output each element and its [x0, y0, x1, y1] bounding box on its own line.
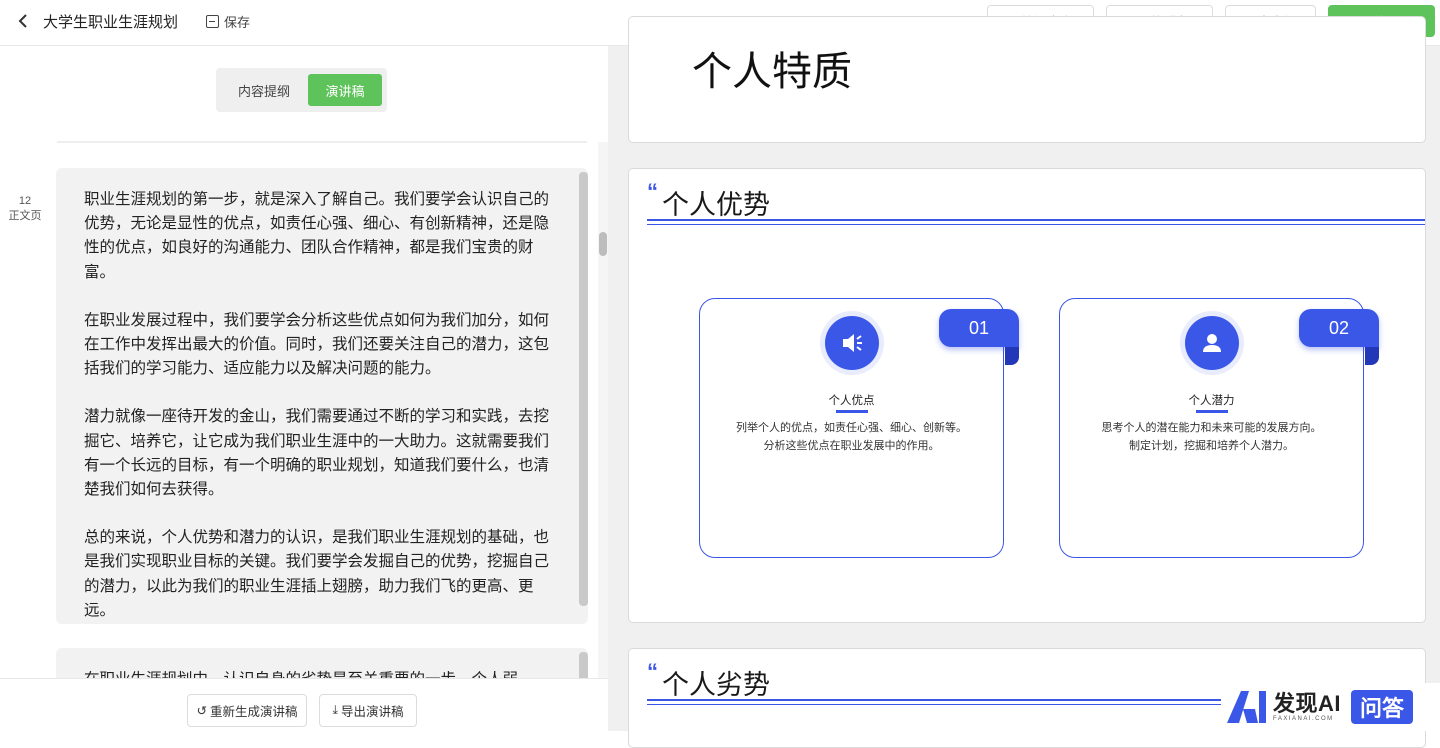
- document-title: 大学生职业生涯规划: [43, 14, 179, 31]
- icon-halo: [820, 311, 884, 375]
- icon-halo: [1180, 311, 1244, 375]
- panel-scrollbar-thumb[interactable]: [599, 232, 607, 256]
- regenerate-label: 重新生成演讲稿: [209, 705, 298, 719]
- export-script-label: 导出演讲稿: [341, 705, 404, 719]
- title-underline: [647, 224, 1425, 225]
- script-paragraph: 总的来说，个人优势和潜力的认识，是我们职业生涯规划的基础，也是我们实现职业目标的…: [84, 529, 550, 619]
- brand-logo-icon: [1227, 691, 1266, 723]
- slide-card[interactable]: “ 个人优势 01 个人优点 列举个人的优点，如责任心强、细心、创新等。 分析这…: [628, 168, 1426, 623]
- page-number: 12 正文页: [0, 194, 50, 224]
- slide-heading: “ 个人劣势: [647, 659, 770, 702]
- quote-mark-icon: “: [647, 659, 658, 684]
- script-paragraph: 潜力就像一座待开发的金山，我们需要通过不断的学习和实践，去挖掘它、培养它，让它成…: [84, 408, 550, 499]
- card-description-line: 分析这些优点在职业发展中的作用。: [763, 440, 940, 452]
- card-number-badge: 02: [1299, 309, 1379, 347]
- slide-title: 个人特质: [692, 50, 852, 94]
- quote-mark-icon: “: [647, 179, 658, 204]
- card-description-line: 列举个人的优点，如责任心强、细心、创新等。: [736, 422, 967, 434]
- export-script-button[interactable]: ⤓ 导出演讲稿: [319, 694, 417, 727]
- tab-outline[interactable]: 内容提纲: [224, 74, 304, 106]
- slide-title: 个人优势: [662, 190, 770, 220]
- user-icon: [1185, 316, 1239, 370]
- download-icon: ⤓: [332, 703, 338, 717]
- slide-heading: “ 个人优势: [647, 179, 770, 222]
- card-title: 个人潜力: [1188, 395, 1235, 407]
- badge-fold: [1005, 347, 1019, 365]
- card-title-underline: [835, 410, 868, 413]
- script-panel: 内容提纲 演讲稿 12 正文页 职业生涯规划的第一步，就是深入了解自己。我们要学…: [0, 46, 608, 731]
- script-paragraph: 职业生涯规划的第一步，就是深入了解自己。我们要学会认识自己的优势，无论是显性的优…: [84, 191, 550, 281]
- script-paragraph: 在职业发展过程中，我们要学会分析这些优点如何为我们加分，如何在工作中发挥出最大的…: [84, 311, 550, 378]
- card-description: 列举个人的优点，如责任心强、细心、创新等。 分析这些优点在职业发展中的作用。: [700, 419, 1003, 455]
- card-description: 思考个人的潜在能力和未来可能的发展方向。 制定计划，挖掘和培养个人潜力。: [1060, 419, 1363, 455]
- speaker-icon: [825, 316, 879, 370]
- card-title-underline: [1195, 410, 1228, 413]
- card-title: 个人优点: [828, 395, 875, 407]
- card-description-line: 制定计划，挖掘和培养个人潜力。: [1129, 440, 1294, 452]
- feature-card: 01 个人优点 列举个人的优点，如责任心强、细心、创新等。 分析这些优点在职业发…: [699, 298, 1019, 558]
- back-arrow-icon[interactable]: [16, 10, 36, 32]
- slide-card[interactable]: 个人特质: [628, 16, 1426, 143]
- page-number-value: 12: [18, 195, 32, 207]
- card-description-line: 思考个人的潜在能力和未来可能的发展方向。: [1101, 422, 1322, 434]
- slide-title: 个人劣势: [662, 670, 770, 700]
- card-number-badge: 01: [939, 309, 1019, 347]
- page-type-label: 正文页: [8, 210, 42, 222]
- brand-url: FAXIANAI.COM: [1273, 716, 1334, 722]
- script-text-box[interactable]: 职业生涯规划的第一步，就是深入了解自己。我们要学会认识自己的优势，无论是显性的优…: [56, 168, 588, 624]
- divider: [57, 141, 587, 143]
- script-scrollbar[interactable]: [579, 172, 588, 606]
- save-icon: [206, 15, 219, 28]
- refresh-icon: ↺: [196, 704, 207, 718]
- script-actions: ↺ 重新生成演讲稿 ⤓ 导出演讲稿: [0, 678, 608, 731]
- view-toggle: 内容提纲 演讲稿: [216, 68, 387, 112]
- tab-script[interactable]: 演讲稿: [308, 74, 382, 106]
- save-button[interactable]: 保存: [206, 12, 250, 31]
- panel-scrollbar[interactable]: [598, 142, 608, 731]
- save-label: 保存: [224, 15, 251, 30]
- title-underline: [647, 219, 1425, 221]
- slide-preview-panel: 个人特质 “ 个人优势 01 个人优点 列举个人的优点，如责任心强、细心、创新等…: [608, 16, 1440, 748]
- feature-card: 02 个人潜力 思考个人的潜在能力和未来可能的发展方向。 制定计划，挖掘和培养个…: [1059, 298, 1379, 558]
- regenerate-script-button[interactable]: ↺ 重新生成演讲稿: [187, 694, 307, 727]
- brand-name: 发现AI: [1273, 691, 1342, 716]
- badge-fold: [1365, 347, 1379, 365]
- qa-badge: 问答: [1351, 690, 1414, 724]
- watermark: 发现AI FAXIANAI.COM 问答: [1221, 683, 1440, 731]
